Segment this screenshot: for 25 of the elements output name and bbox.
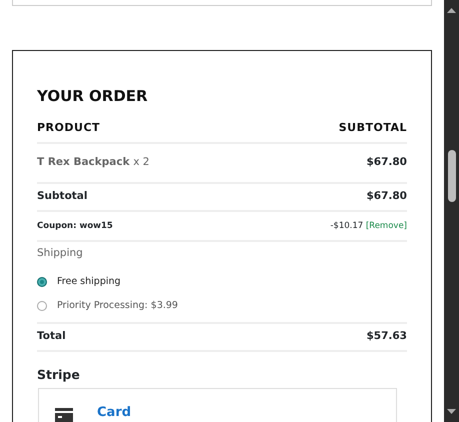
product-name: T Rex Backpack x 2 [37, 155, 150, 170]
option-label: Free shipping [57, 274, 121, 289]
scrollbar-thumb[interactable] [448, 150, 456, 202]
payment-option[interactable]: Card [38, 388, 397, 422]
card-icon [55, 408, 73, 422]
price: $57.63 [366, 328, 407, 344]
shipping-label: Shipping [37, 246, 84, 261]
column-header: SUBTOTAL [338, 120, 407, 136]
total-label: Total [37, 328, 66, 344]
subtotal-label: Subtotal [37, 189, 88, 204]
coupon-label: Coupon: wow15 [37, 220, 113, 232]
option-label: Priority Processing: $3.99 [57, 298, 178, 313]
radio-button[interactable] [37, 300, 47, 311]
column-header: PRODUCT [37, 120, 100, 136]
payment-method: Card [97, 406, 132, 418]
discount-amount: -$10.17 [330, 220, 364, 231]
scrollbar[interactable] [444, 0, 459, 422]
scroll-up-icon[interactable] [447, 8, 456, 13]
payment-title: Stripe [37, 366, 81, 384]
remove-link[interactable]: [Remove] [366, 220, 407, 231]
order-title: YOUR ORDER [37, 86, 149, 107]
radio-button[interactable] [37, 276, 47, 287]
price: $67.80 [366, 155, 407, 170]
scroll-down-icon[interactable] [447, 409, 456, 414]
price: $67.80 [366, 189, 407, 204]
